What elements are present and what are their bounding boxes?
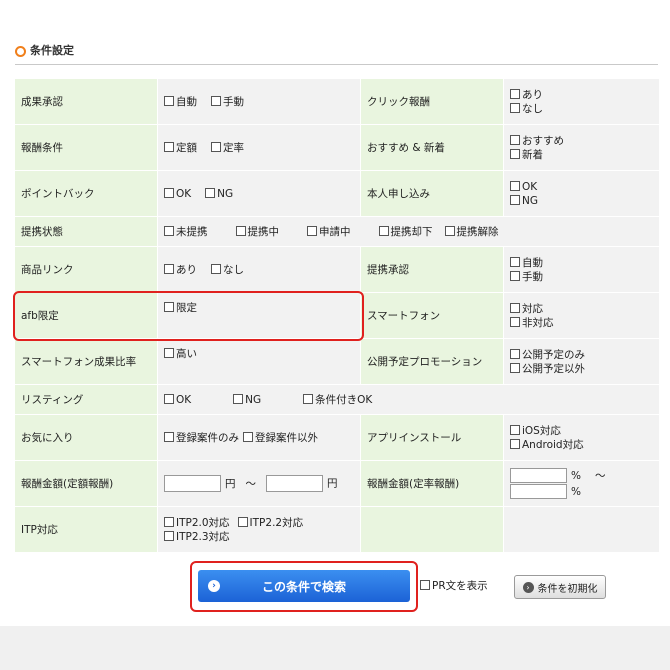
- empty-value-cell: [503, 506, 660, 553]
- checkbox-sp-yes[interactable]: 対応: [510, 302, 659, 316]
- footer-band: [0, 626, 670, 670]
- row-favorites: お気に入り 登録案件のみ 登録案件以外 アプリインストール iOS対応 Androi…: [14, 414, 660, 461]
- max-pct-input[interactable]: [510, 484, 567, 499]
- section-header: 条件設定: [15, 44, 658, 65]
- checkbox-fav-other[interactable]: 登録案件以外: [243, 431, 318, 445]
- checkbox-partnered[interactable]: 提携中: [235, 225, 279, 239]
- row-label: 報酬条件: [14, 124, 158, 171]
- chevron-right-circle-icon: ›: [208, 580, 220, 592]
- row-reward-amount: 報酬金額(定額報酬) 円〜円 報酬金額(定率報酬) % 〜 %: [14, 460, 660, 507]
- row-label: ITP対応: [14, 506, 158, 553]
- row-label: 成果承認: [14, 78, 158, 125]
- tilde: 〜: [245, 477, 257, 490]
- checkbox-scheduled-only[interactable]: 公開予定のみ: [510, 348, 659, 362]
- row-label: 報酬金額(定額報酬): [14, 460, 158, 507]
- checkbox-itp22[interactable]: ITP2.2対応: [237, 516, 303, 530]
- max-yen-input[interactable]: [266, 475, 323, 492]
- checkbox-high[interactable]: 高い: [164, 347, 197, 361]
- checkbox-link-no[interactable]: なし: [211, 263, 244, 277]
- highlight-afb-row: [13, 291, 364, 341]
- section-title: 条件設定: [30, 44, 74, 57]
- empty-label-cell: [360, 506, 504, 553]
- checkbox-manual[interactable]: 手動: [211, 95, 244, 109]
- checkbox-rate[interactable]: 定率: [211, 141, 244, 155]
- row-label: リスティング: [14, 384, 158, 415]
- row-pointback: ポイントバック OK NG 本人申し込み OK NG: [14, 170, 660, 217]
- row-listing: リスティング OK NG 条件付きOK: [14, 384, 660, 415]
- checkbox-auto[interactable]: 自動: [164, 95, 197, 109]
- row-label: アプリインストール: [360, 414, 504, 461]
- checkbox-ok[interactable]: OK: [164, 187, 191, 201]
- checkbox-itp20[interactable]: ITP2.0対応: [164, 516, 230, 530]
- pct-unit: %: [571, 485, 581, 498]
- search-button[interactable]: › この条件で検索: [198, 570, 410, 602]
- checkbox-ios[interactable]: iOS対応: [510, 424, 659, 438]
- row-approval: 成果承認 自動 手動 クリック報酬 あり なし: [14, 78, 660, 125]
- min-pct-input[interactable]: [510, 468, 567, 483]
- checkbox-ng[interactable]: NG: [205, 187, 233, 201]
- row-label: おすすめ & 新着: [360, 124, 504, 171]
- checkbox-self-ok[interactable]: OK: [510, 180, 659, 194]
- checkbox-approve-manual[interactable]: 手動: [510, 270, 659, 284]
- row-label: お気に入り: [14, 414, 158, 461]
- circle-icon: [15, 46, 26, 57]
- checkbox-fav-only[interactable]: 登録案件のみ: [164, 431, 239, 445]
- row-label: スマートフォン成果比率: [14, 338, 158, 385]
- checkbox-pr-text[interactable]: PR文を表示: [420, 579, 488, 593]
- checkbox-recommend[interactable]: おすすめ: [510, 134, 659, 148]
- row-partnership: 提携状態 未提携 提携中 申請中 提携却下 提携解除: [14, 216, 660, 247]
- checkbox-click-no[interactable]: なし: [510, 102, 659, 116]
- checkbox-link-yes[interactable]: あり: [164, 263, 197, 277]
- checkbox-cancelled[interactable]: 提携解除: [444, 225, 499, 239]
- row-label: クリック報酬: [360, 78, 504, 125]
- checkbox-rejected[interactable]: 提携却下: [378, 225, 433, 239]
- checkbox-click-yes[interactable]: あり: [510, 88, 659, 102]
- row-reward-condition: 報酬条件 定額 定率 おすすめ & 新着 おすすめ 新着: [14, 124, 660, 171]
- reset-button[interactable]: › 条件を初期化: [514, 575, 606, 599]
- row-label: 商品リンク: [14, 246, 158, 293]
- checkbox-listing-conditional[interactable]: 条件付きOK: [303, 393, 372, 407]
- row-label: ポイントバック: [14, 170, 158, 217]
- checkbox-itp23[interactable]: ITP2.3対応: [164, 530, 230, 544]
- checkbox-listing-ng[interactable]: NG: [233, 393, 261, 407]
- row-label: 提携承認: [360, 246, 504, 293]
- row-label: 本人申し込み: [360, 170, 504, 217]
- row-product-link: 商品リンク あり なし 提携承認 自動 手動: [14, 246, 660, 293]
- chevron-right-circle-icon: ›: [522, 581, 534, 593]
- tilde: 〜: [594, 470, 606, 482]
- checkbox-fixed[interactable]: 定額: [164, 141, 197, 155]
- checkbox-scheduled-other[interactable]: 公開予定以外: [510, 362, 659, 376]
- row-sp-ratio: スマートフォン成果比率 高い 公開予定プロモーション 公開予定のみ 公開予定以外: [14, 338, 660, 385]
- checkbox-approve-auto[interactable]: 自動: [510, 256, 659, 270]
- row-itp: ITP対応 ITP2.0対応 ITP2.2対応 ITP2.3対応: [14, 506, 660, 553]
- checkbox-self-ng[interactable]: NG: [510, 194, 659, 208]
- row-label: 提携状態: [14, 216, 158, 247]
- yen-unit: 円: [225, 477, 236, 490]
- checkbox-listing-ok[interactable]: OK: [164, 393, 191, 407]
- min-yen-input[interactable]: [164, 475, 221, 492]
- checkbox-sp-no[interactable]: 非対応: [510, 316, 659, 330]
- row-label: 報酬金額(定率報酬): [360, 460, 504, 507]
- row-label: スマートフォン: [360, 292, 504, 339]
- row-label: 公開予定プロモーション: [360, 338, 504, 385]
- checkbox-android[interactable]: Android対応: [510, 438, 659, 452]
- checkbox-unpartnered[interactable]: 未提携: [164, 225, 208, 239]
- checkbox-new[interactable]: 新着: [510, 148, 659, 162]
- checkbox-applying[interactable]: 申請中: [307, 225, 351, 239]
- yen-unit: 円: [327, 477, 338, 490]
- pct-unit: %: [571, 469, 581, 482]
